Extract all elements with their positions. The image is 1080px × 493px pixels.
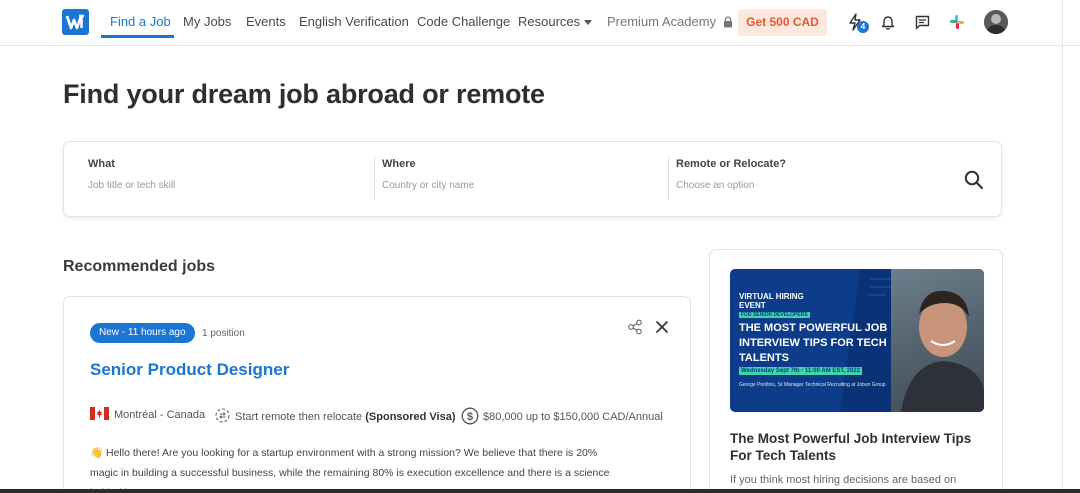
page-title: Find your dream job abroad or remote xyxy=(63,79,545,109)
top-navigation: Find a Job My Jobs Events English Verifi… xyxy=(0,0,1080,46)
job-positions-count: 1 position xyxy=(202,328,245,339)
search-divider xyxy=(374,157,375,200)
brand-logo-icon xyxy=(65,14,84,30)
job-title-link[interactable]: Senior Product Designer xyxy=(90,360,289,380)
where-input[interactable] xyxy=(382,180,602,191)
relocate-label: Remote or Relocate? xyxy=(676,158,787,170)
job-relocation: Start remote then relocate (Sponsored Vi… xyxy=(214,407,456,424)
relocation-icon xyxy=(215,408,230,423)
notification-count-badge: 4 xyxy=(857,21,869,33)
speaker-photo xyxy=(891,269,984,412)
lock-icon xyxy=(723,16,732,28)
job-salary: $ $80,000 up to $150,000 CAD/Annual xyxy=(461,407,663,425)
close-icon[interactable] xyxy=(655,320,669,334)
job-posted-badge: New - 11 hours ago xyxy=(90,323,195,343)
nav-resources[interactable]: Resources xyxy=(518,14,593,29)
nav-english-verification[interactable]: English Verification xyxy=(299,14,409,29)
promo-event-type: VIRTUAL HIRING EVENT xyxy=(739,292,804,310)
user-avatar[interactable] xyxy=(984,10,1008,34)
what-field: What xyxy=(88,158,308,191)
share-icon[interactable] xyxy=(627,319,643,335)
nav-my-jobs[interactable]: My Jobs xyxy=(183,14,231,29)
event-title-link[interactable]: The Most Powerful Job Interview Tips For… xyxy=(730,430,980,464)
chevron-down-icon xyxy=(584,20,593,26)
job-salary-label: $80,000 up to $150,000 CAD/Annual xyxy=(483,411,663,423)
search-divider xyxy=(668,157,669,200)
promo-event-sub: FOR SENIOR DEVELOPERS xyxy=(739,312,810,318)
canada-flag-icon xyxy=(90,407,109,420)
slack-icon[interactable] xyxy=(949,14,965,30)
job-card[interactable]: New - 11 hours ago 1 position Senior Pro… xyxy=(63,296,691,493)
promo-date: Wednesday Sept 7th - 11:00 AM EST, 2022 xyxy=(739,367,863,375)
nav-find-a-job[interactable]: Find a Job xyxy=(110,14,171,29)
promo-headline: THE MOST POWERFUL JOB INTERVIEW TIPS FOR… xyxy=(739,322,888,364)
where-label: Where xyxy=(382,158,416,170)
speaker-portrait xyxy=(901,290,984,412)
what-input[interactable] xyxy=(88,180,308,191)
what-label: What xyxy=(88,158,115,170)
event-promo-card[interactable]: VIRTUAL HIRING EVENT FOR SENIOR DEVELOPE… xyxy=(709,249,1003,493)
nav-resources-label: Resources xyxy=(518,14,581,29)
window-bottom-edge xyxy=(0,489,1080,493)
relocate-field: Remote or Relocate? xyxy=(676,158,896,191)
page-edge-divider xyxy=(1062,0,1063,493)
promo-speaker: George Poofinis, Sr Manager Technical Re… xyxy=(739,382,886,388)
job-visa-label: (Sponsored Visa) xyxy=(365,411,456,423)
where-field: Where xyxy=(382,158,602,191)
brand-logo[interactable] xyxy=(62,9,89,35)
recommended-jobs-heading: Recommended jobs xyxy=(63,258,216,275)
job-location: Montréal - Canada xyxy=(90,407,205,421)
job-description: 👋 Hello there! Are you looking for a sta… xyxy=(90,447,610,493)
event-description: If you think most hiring decisions are b… xyxy=(730,474,957,486)
get-500-cad-button[interactable]: Get 500 CAD xyxy=(738,9,827,36)
job-location-label: Montréal - Canada xyxy=(114,409,206,421)
job-search-form: What Where Remote or Relocate? xyxy=(63,141,1002,217)
bell-icon[interactable] xyxy=(881,14,895,30)
nav-events[interactable]: Events xyxy=(246,14,286,29)
dollar-icon: $ xyxy=(461,407,479,425)
event-promo-banner[interactable]: VIRTUAL HIRING EVENT FOR SENIOR DEVELOPE… xyxy=(730,269,984,412)
nav-premium-academy[interactable]: Premium Academy xyxy=(607,14,733,29)
nav-code-challenge[interactable]: Code Challenge xyxy=(417,14,510,29)
job-relocation-label: Start remote then relocate xyxy=(235,411,363,423)
nav-active-indicator xyxy=(101,35,174,38)
svg-text:$: $ xyxy=(467,411,473,423)
nav-premium-academy-label: Premium Academy xyxy=(607,14,717,29)
relocate-select[interactable] xyxy=(676,180,896,191)
avatar-image xyxy=(984,10,1008,34)
chat-icon[interactable] xyxy=(915,15,930,30)
search-icon[interactable] xyxy=(963,169,985,191)
